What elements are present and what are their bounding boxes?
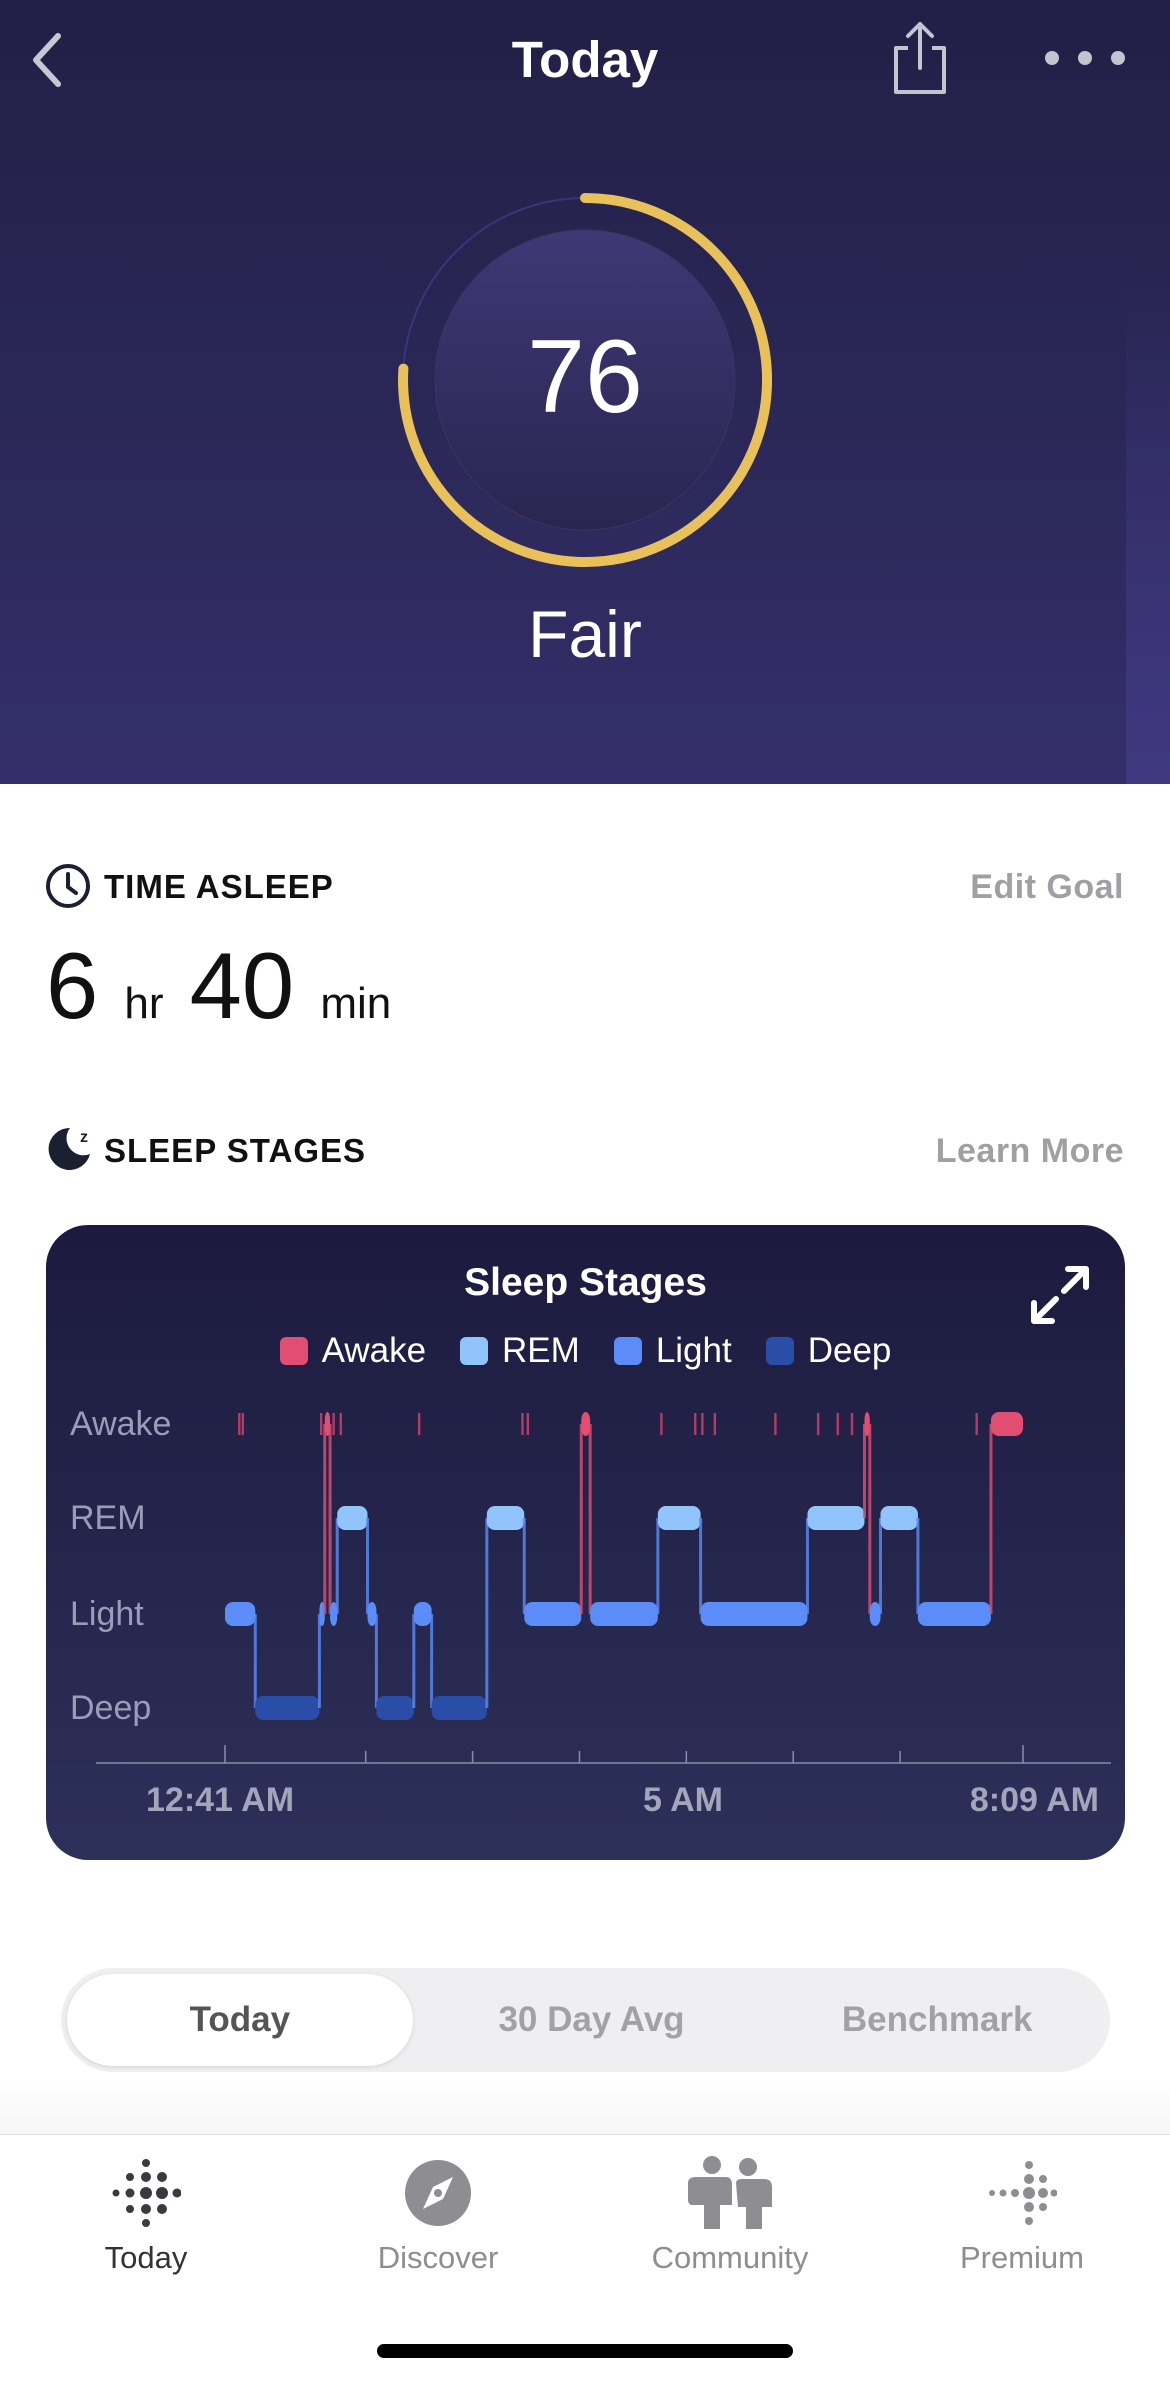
edit-goal-link[interactable]: Edit Goal bbox=[970, 868, 1124, 907]
tab-label: Discover bbox=[377, 2240, 499, 2275]
stage-transition bbox=[253, 1614, 257, 1708]
stage-segment-deep bbox=[255, 1696, 320, 1720]
time-asleep-value: 6 hr 40 min bbox=[46, 932, 391, 1040]
stage-transition bbox=[522, 1518, 526, 1614]
brief-awakening-mark bbox=[975, 1413, 978, 1435]
sleep-stages-heading: SLEEP STAGES bbox=[104, 1132, 367, 1169]
hypnogram-plot bbox=[96, 1412, 1111, 1764]
time-asleep-heading: TIME ASLEEP bbox=[104, 868, 334, 905]
tab-community[interactable]: Community bbox=[584, 2135, 876, 2305]
brief-awakening-mark bbox=[339, 1413, 342, 1435]
tab-label: Community bbox=[651, 2240, 809, 2275]
x-tick-label-start: 12:41 AM bbox=[146, 1781, 295, 1819]
segment-today[interactable]: Today bbox=[67, 1974, 413, 2066]
svg-text:z: z bbox=[80, 1129, 88, 1146]
home-indicator[interactable] bbox=[377, 2344, 793, 2358]
learn-more-link[interactable]: Learn More bbox=[936, 1132, 1124, 1171]
brief-awakening-mark bbox=[694, 1413, 697, 1435]
segment-30-day-avg[interactable]: 30 Day Avg bbox=[419, 1968, 765, 2072]
stage-segment-rem bbox=[880, 1506, 918, 1530]
tab-discover[interactable]: Discover bbox=[292, 2135, 584, 2305]
stage-transition bbox=[656, 1518, 660, 1614]
brief-awakening-mark bbox=[332, 1413, 335, 1435]
x-tick-label-5am: 5 AM bbox=[643, 1781, 723, 1819]
brief-awakening-mark bbox=[521, 1413, 524, 1435]
brief-awakening-mark bbox=[774, 1413, 777, 1435]
stage-segment-light bbox=[869, 1602, 881, 1626]
stage-segment-deep bbox=[376, 1696, 414, 1720]
stage-transition bbox=[868, 1424, 872, 1614]
stage-transition bbox=[916, 1518, 920, 1614]
stage-transition bbox=[588, 1424, 592, 1614]
stage-transition bbox=[989, 1424, 993, 1614]
brief-awakening-mark bbox=[417, 1413, 421, 1435]
tab-premium[interactable]: Premium bbox=[876, 2135, 1168, 2305]
scroll-fade bbox=[0, 2080, 1170, 2134]
stage-transition bbox=[485, 1518, 489, 1708]
brief-awakening-mark bbox=[238, 1413, 241, 1435]
stage-segment-light bbox=[413, 1602, 432, 1626]
more-dots-icon[interactable] bbox=[1040, 44, 1130, 72]
share-icon[interactable] bbox=[888, 18, 952, 98]
period-segmented-control: Today 30 Day Avg Benchmark bbox=[61, 1968, 1110, 2072]
segment-benchmark[interactable]: Benchmark bbox=[764, 1968, 1110, 2072]
page-title: Today bbox=[511, 31, 659, 88]
stage-transition bbox=[579, 1424, 583, 1614]
stage-segment-light bbox=[700, 1602, 808, 1626]
x-tick-label-end: 8:09 AM bbox=[969, 1781, 1099, 1819]
stage-transition bbox=[805, 1518, 809, 1614]
stage-segment-rem bbox=[807, 1506, 865, 1530]
stage-segment-rem bbox=[337, 1506, 368, 1530]
stage-segment-light bbox=[524, 1602, 582, 1626]
brief-awakening-mark bbox=[526, 1413, 530, 1435]
brief-awakening-mark bbox=[660, 1413, 663, 1435]
stage-segment-rem bbox=[657, 1506, 701, 1530]
clock-icon bbox=[46, 864, 90, 908]
stage-transition bbox=[335, 1518, 339, 1614]
stage-segment-awake bbox=[990, 1412, 1023, 1436]
compass-icon bbox=[405, 2160, 471, 2226]
tab-label: Premium bbox=[959, 2240, 1084, 2275]
brief-awakening-mark bbox=[816, 1413, 820, 1435]
brief-awakening-mark bbox=[241, 1413, 245, 1435]
stage-transition bbox=[374, 1614, 378, 1708]
stage-transition bbox=[328, 1424, 332, 1614]
stage-segment-light bbox=[225, 1602, 256, 1626]
stage-segment-light bbox=[590, 1602, 658, 1626]
minutes-value: 40 bbox=[189, 933, 295, 1038]
stage-transition bbox=[366, 1518, 369, 1614]
sleep-score-rating: Fair bbox=[528, 597, 642, 671]
stage-segment-deep bbox=[431, 1696, 487, 1720]
stage-transition bbox=[412, 1614, 416, 1708]
stage-segment-light bbox=[917, 1602, 991, 1626]
stage-segment-rem bbox=[486, 1506, 525, 1530]
community-icon bbox=[688, 2156, 772, 2229]
stage-transition bbox=[317, 1614, 321, 1708]
premium-icon bbox=[989, 2161, 1057, 2225]
stage-transition bbox=[699, 1518, 703, 1614]
moon-icon: z bbox=[48, 1127, 90, 1170]
hours-unit: hr bbox=[124, 979, 164, 1028]
stage-transition bbox=[879, 1518, 882, 1614]
tab-today[interactable]: Today bbox=[0, 2135, 292, 2305]
hours-value: 6 bbox=[46, 933, 99, 1038]
sleep-stages-chart-card: Sleep Stages Awake REM Light Deep Awake … bbox=[46, 1225, 1125, 1860]
brief-awakening-mark bbox=[836, 1413, 839, 1435]
brief-awakening-mark bbox=[850, 1413, 854, 1435]
brief-awakening-mark bbox=[713, 1413, 717, 1435]
stage-transition bbox=[430, 1614, 434, 1708]
brief-awakening-mark bbox=[319, 1413, 323, 1435]
sleep-score-value: 76 bbox=[527, 319, 643, 435]
tab-label: Today bbox=[104, 2240, 188, 2275]
stage-transition bbox=[862, 1424, 866, 1518]
stage-transition bbox=[323, 1424, 327, 1614]
minutes-unit: min bbox=[320, 979, 392, 1028]
fitbit-logo-icon bbox=[112, 2159, 181, 2227]
brief-awakening-mark bbox=[701, 1413, 704, 1435]
